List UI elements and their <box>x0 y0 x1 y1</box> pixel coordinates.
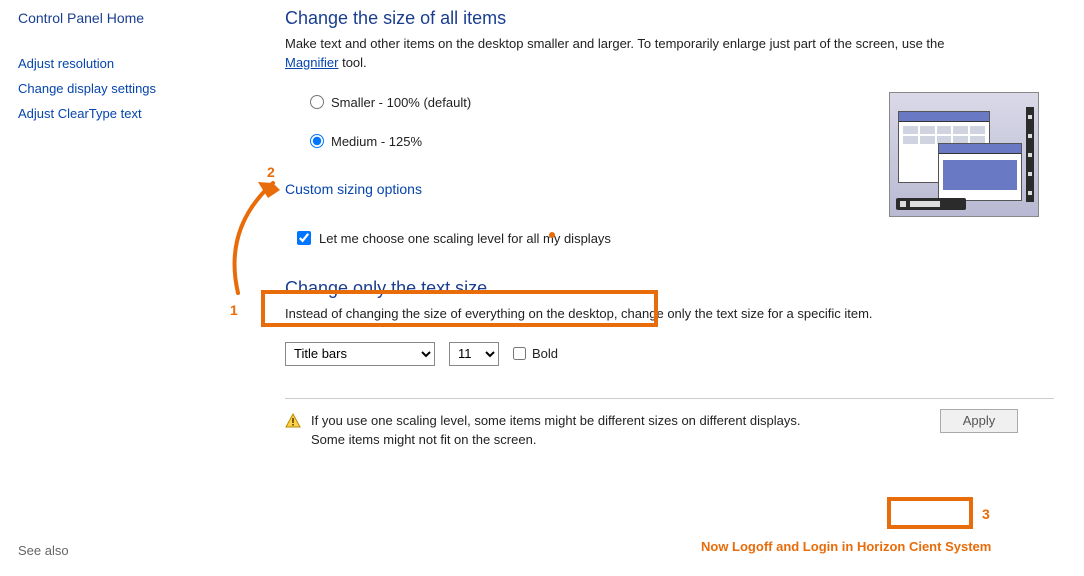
see-also-label: See also <box>18 543 69 558</box>
scaling-checkbox-label: Let me choose one scaling level for all … <box>319 231 611 246</box>
radio-smaller-label: Smaller - 100% (default) <box>331 95 471 110</box>
scaling-checkbox[interactable] <box>297 231 311 245</box>
apply-button[interactable]: Apply <box>940 409 1018 433</box>
display-preview <box>889 92 1039 217</box>
separator <box>285 398 1054 399</box>
text-item-select[interactable]: Title bars <box>285 342 435 366</box>
sidebar-title: Control Panel Home <box>18 10 225 26</box>
section-desc-size-all: Make text and other items on the desktop… <box>285 35 985 73</box>
section-title-text-size: Change only the text size <box>285 278 1054 299</box>
radio-medium-label: Medium - 125% <box>331 134 422 149</box>
text-size-select[interactable]: 11 <box>449 342 499 366</box>
sidebar-link-change-display-settings[interactable]: Change display settings <box>18 81 225 96</box>
sidebar-link-adjust-cleartype[interactable]: Adjust ClearType text <box>18 106 225 121</box>
footer-warning-text: If you use one scaling level, some items… <box>311 411 800 450</box>
radio-medium-input[interactable] <box>310 134 324 148</box>
radio-smaller-input[interactable] <box>310 95 324 109</box>
bold-checkbox[interactable] <box>513 347 526 360</box>
custom-sizing-link[interactable]: Custom sizing options <box>285 181 422 197</box>
scaling-checkbox-row[interactable]: Let me choose one scaling level for all … <box>285 225 675 252</box>
magnifier-link[interactable]: Magnifier <box>285 55 338 70</box>
sidebar-link-adjust-resolution[interactable]: Adjust resolution <box>18 56 225 71</box>
section-title-size-all: Change the size of all items <box>285 8 1054 29</box>
sidebar: Control Panel Home Adjust resolution Cha… <box>0 0 225 576</box>
section-desc-text-size: Instead of changing the size of everythi… <box>285 305 985 324</box>
warning-icon <box>285 413 301 429</box>
footer-row: If you use one scaling level, some items… <box>285 411 1054 450</box>
bold-label: Bold <box>532 346 558 361</box>
main: Change the size of all items Make text a… <box>225 0 1084 576</box>
bold-checkbox-row[interactable]: Bold <box>513 346 558 361</box>
